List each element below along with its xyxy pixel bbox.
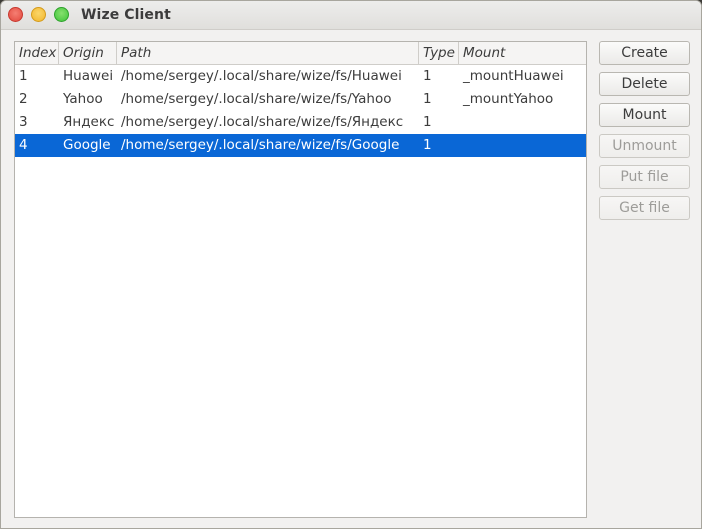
cell-origin: Яндекс <box>63 114 115 130</box>
cell-index: 4 <box>19 137 28 153</box>
window-title: Wize Client <box>81 7 171 23</box>
cell-index: 2 <box>19 91 28 107</box>
table-row[interactable]: 1 Huawei /home/sergey/.local/share/wize/… <box>15 65 586 88</box>
cell-index: 1 <box>19 68 28 84</box>
filesystem-table[interactable]: Index Origin Path Type Mount 1 Huawei /h… <box>14 41 587 518</box>
maximize-window-icon[interactable] <box>54 7 69 22</box>
table-row[interactable]: 3 Яндекс /home/sergey/.local/share/wize/… <box>15 111 586 134</box>
cell-mount: _mountHuawei <box>463 68 564 84</box>
cell-mount <box>459 111 586 134</box>
column-header-origin[interactable]: Origin <box>59 42 117 64</box>
app-window: Wize Client Index Origin Path Type Mount… <box>0 0 702 529</box>
get-file-button[interactable]: Get file <box>599 196 690 220</box>
close-window-icon[interactable] <box>8 7 23 22</box>
cell-origin: Google <box>63 137 111 153</box>
cell-path: /home/sergey/.local/share/wize/fs/Yahoo <box>121 91 392 107</box>
cell-mount <box>459 134 586 157</box>
table-header: Index Origin Path Type Mount <box>15 42 586 65</box>
column-header-path[interactable]: Path <box>117 42 419 64</box>
put-file-button[interactable]: Put file <box>599 165 690 189</box>
unmount-button[interactable]: Unmount <box>599 134 690 158</box>
cell-index: 3 <box>19 114 28 130</box>
minimize-window-icon[interactable] <box>31 7 46 22</box>
cell-mount: _mountYahoo <box>463 91 554 107</box>
cell-type: 1 <box>423 91 432 107</box>
column-header-mount[interactable]: Mount <box>459 42 586 64</box>
column-header-index[interactable]: Index <box>15 42 59 64</box>
column-header-type[interactable]: Type <box>419 42 459 64</box>
table-row-selected[interactable]: 4 Google /home/sergey/.local/share/wize/… <box>15 134 586 157</box>
table-row[interactable]: 2 Yahoo /home/sergey/.local/share/wize/f… <box>15 88 586 111</box>
delete-button[interactable]: Delete <box>599 72 690 96</box>
cell-type: 1 <box>423 68 432 84</box>
mount-button[interactable]: Mount <box>599 103 690 127</box>
cell-path: /home/sergey/.local/share/wize/fs/Яндекс <box>121 114 404 130</box>
create-button[interactable]: Create <box>599 41 690 65</box>
cell-type: 1 <box>423 137 432 153</box>
cell-origin: Yahoo <box>63 91 103 107</box>
cell-path: /home/sergey/.local/share/wize/fs/Huawei <box>121 68 402 84</box>
cell-origin: Huawei <box>63 68 114 84</box>
cell-path: /home/sergey/.local/share/wize/fs/Google <box>121 137 400 153</box>
cell-type: 1 <box>423 114 432 130</box>
title-bar[interactable]: Wize Client <box>1 1 701 30</box>
